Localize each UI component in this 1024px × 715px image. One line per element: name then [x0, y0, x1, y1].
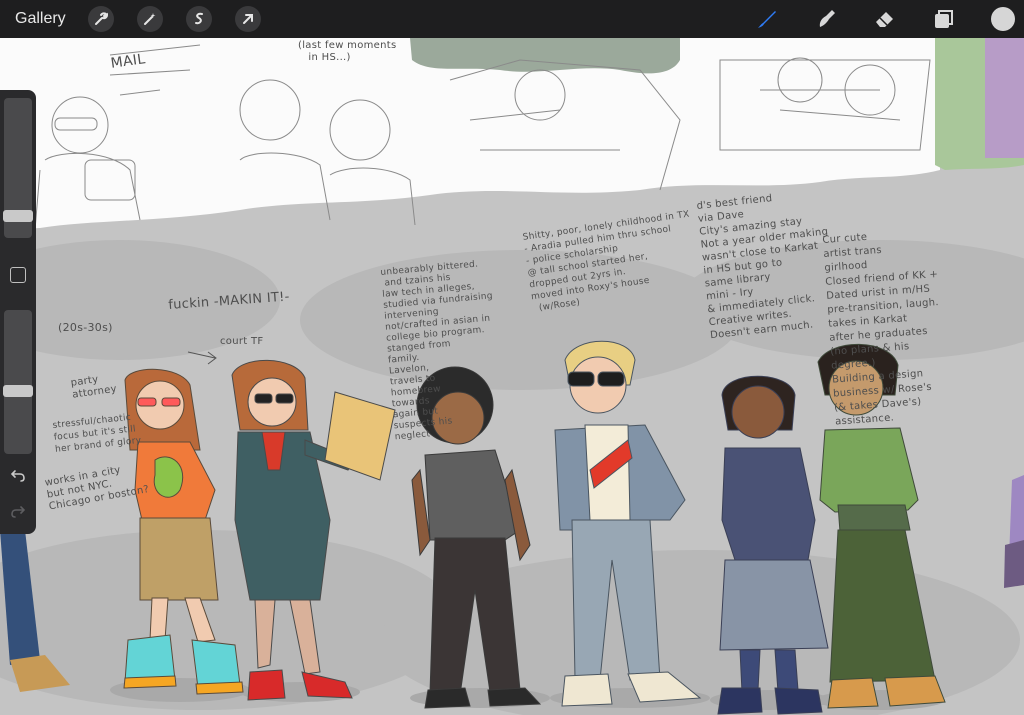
note-twenties: (20s-30s): [58, 321, 113, 334]
left-sidebar: [0, 90, 36, 534]
modify-button[interactable]: [10, 267, 26, 283]
magic-wand-icon[interactable]: [136, 6, 163, 32]
dark-blob: [410, 38, 680, 74]
opacity-knob[interactable]: [3, 385, 33, 397]
selection-icon[interactable]: [185, 6, 212, 32]
color-picker-button[interactable]: [991, 7, 1015, 31]
right-tools: [755, 0, 1024, 38]
opacity-slider[interactable]: [3, 310, 33, 454]
eraser-icon[interactable]: [873, 7, 897, 31]
note-mail: MAIL: [109, 51, 147, 72]
wrench-icon[interactable]: [87, 6, 114, 32]
note-last-few: (last few moments in HS...): [298, 40, 397, 63]
note-court-tf: court TF: [220, 336, 264, 347]
top-toolbar: Gallery: [0, 0, 1024, 38]
note-dave: unbearably bittered. and tzains his law …: [380, 259, 494, 443]
transform-arrow-icon[interactable]: [234, 6, 261, 32]
undo-icon[interactable]: [8, 466, 28, 486]
brush-icon[interactable]: [755, 7, 779, 31]
note-terezi: Cur cute artist trans girlhood Closed fr…: [822, 231, 940, 428]
redo-icon[interactable]: [8, 502, 28, 522]
purple-patch: [985, 38, 1024, 158]
gallery-button[interactable]: Gallery: [15, 10, 66, 28]
brush-size-knob[interactable]: [3, 210, 33, 222]
layers-icon[interactable]: [932, 7, 956, 31]
brush-size-slider[interactable]: [3, 98, 33, 238]
smudge-icon[interactable]: [814, 7, 838, 31]
note-jade: d's best friend via Dave City's amazing …: [696, 193, 829, 342]
